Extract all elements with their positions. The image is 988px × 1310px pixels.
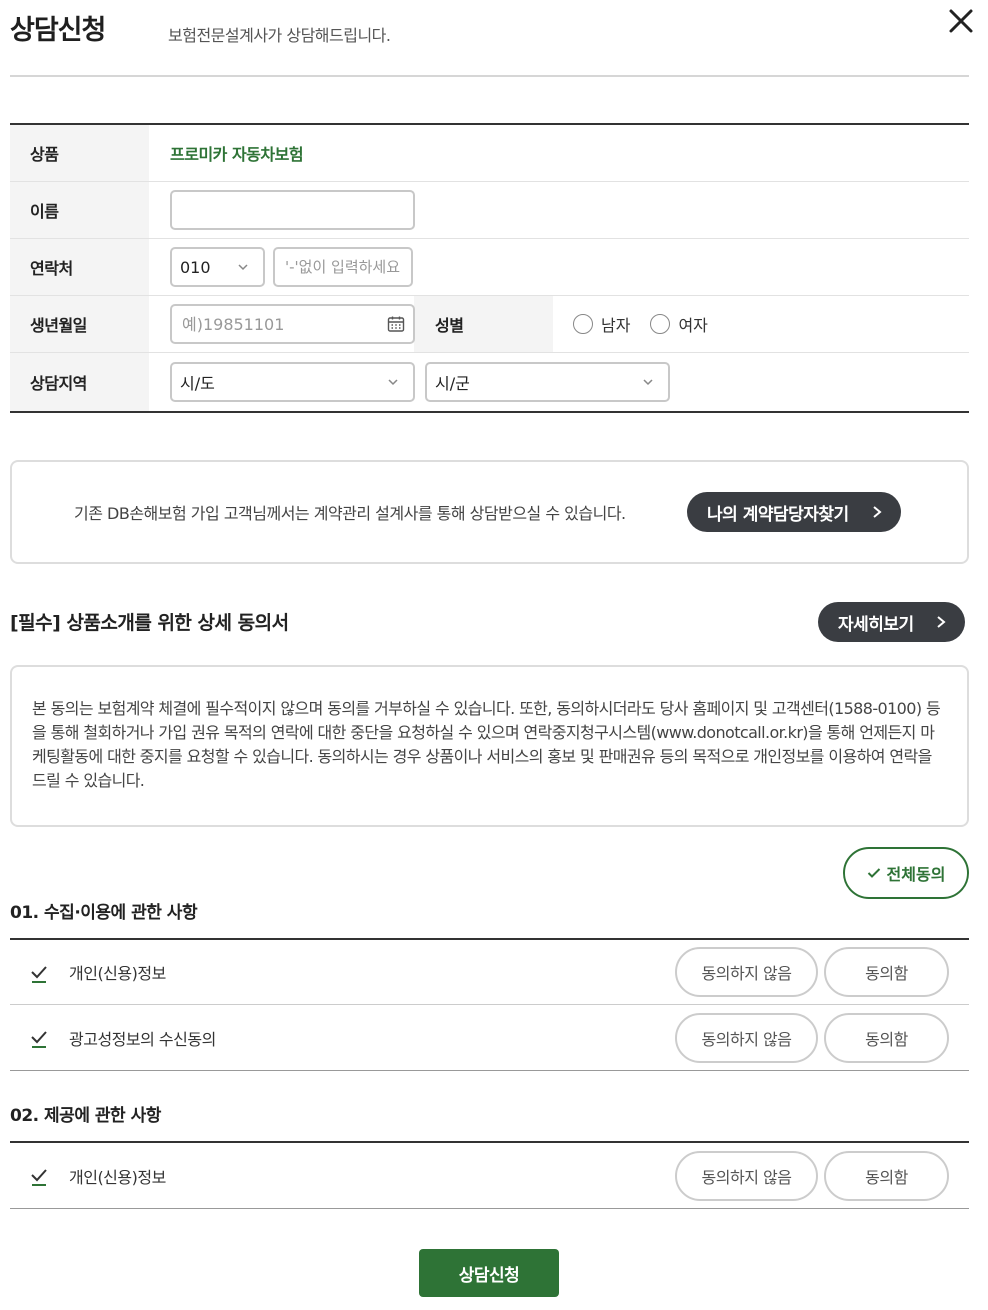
section-provide-table: 개인(신용)정보 동의하지 않음 동의함: [10, 1141, 969, 1209]
agree-row: 개인(신용)정보 동의하지 않음 동의함: [10, 1143, 969, 1208]
gender-male-label: 남자: [601, 316, 631, 335]
disagree-button[interactable]: 동의하지 않음: [675, 1150, 818, 1201]
phone-prefix-select[interactable]: 010: [170, 247, 265, 287]
agree-row-label: 개인(신용)정보: [69, 1167, 166, 1187]
submit-button[interactable]: 상담신청: [419, 1249, 559, 1297]
calendar-icon[interactable]: [387, 315, 405, 333]
check-icon: [31, 1169, 47, 1186]
phone-prefix-value: 010: [180, 257, 211, 277]
view-detail-label: 자세히보기: [838, 614, 914, 635]
gender-male-radio[interactable]: 남자: [573, 312, 630, 336]
find-agent-label: 나의 계약담당자찾기: [707, 504, 849, 525]
view-detail-button[interactable]: 자세히보기: [818, 602, 965, 642]
agree-button[interactable]: 동의함: [824, 1012, 949, 1063]
close-icon[interactable]: [946, 6, 976, 36]
region-city-value: 시/도: [180, 374, 215, 393]
agree-all-button[interactable]: 전체동의: [843, 847, 969, 899]
gender-female-radio[interactable]: 여자: [650, 312, 708, 336]
agree-row-label: 광고성정보의 수신동의: [69, 1029, 216, 1049]
consent-text-box: 본 동의는 보험계약 체결에 필수적이지 않으며 동의를 거부하실 수 있습니다…: [10, 665, 969, 827]
phone-number-input[interactable]: [273, 247, 413, 287]
agree-row: 광고성정보의 수신동의 동의하지 않음 동의함: [10, 1005, 969, 1070]
modal-header: 상담신청 보험전문설계사가 상담해드립니다.: [10, 0, 973, 77]
notice-text: 기존 DB손해보험 가입 고객님께서는 계약관리 설계사를 통해 상담받으실 수…: [74, 504, 626, 523]
birth-date-input[interactable]: [170, 304, 415, 344]
gender-label: 성별: [414, 296, 553, 352]
birth-gender-row: 생년월일 성별 남자 여자: [10, 296, 969, 353]
product-value: 프로미카 자동차보험: [170, 145, 304, 164]
chevron-down-icon: [388, 379, 398, 386]
name-input[interactable]: [170, 190, 415, 230]
region-label: 상담지역: [10, 353, 149, 411]
consent-body: 본 동의는 보험계약 체결에 필수적이지 않으며 동의를 거부하실 수 있습니다…: [32, 699, 941, 790]
section-collect-table: 개인(신용)정보 동의하지 않음 동의함 광고성정보의 수신동의 동의하지 않음…: [10, 938, 969, 1071]
chevron-right-icon: [873, 506, 882, 518]
contact-row: 연락처 010: [10, 239, 969, 296]
page-title: 상담신청: [10, 15, 106, 46]
birth-label: 생년월일: [10, 296, 149, 352]
find-agent-button[interactable]: 나의 계약담당자찾기: [687, 492, 901, 532]
radio-circle-icon: [650, 314, 671, 334]
product-row: 상품 프로미카 자동차보험: [10, 125, 969, 182]
agree-row-label: 개인(신용)정보: [69, 964, 166, 983]
gender-female-label: 여자: [678, 316, 708, 335]
section-collect-title: 01. 수집·이용에 관한 사항: [10, 903, 198, 923]
region-city-select[interactable]: 시/도: [170, 362, 415, 402]
chevron-down-icon: [238, 264, 248, 271]
birth-field: [170, 304, 415, 344]
agree-all-label: 전체동의: [886, 865, 946, 884]
check-icon: [31, 1031, 47, 1048]
chevron-right-icon: [937, 616, 946, 628]
chevron-down-icon: [643, 379, 653, 386]
page-subtitle: 보험전문설계사가 상담해드립니다.: [168, 26, 391, 45]
region-district-value: 시/군: [435, 374, 470, 393]
consult-form: 상품 프로미카 자동차보험 이름 연락처 010 생년월일: [10, 123, 969, 413]
radio-circle-icon: [573, 314, 593, 334]
agree-button[interactable]: 동의함: [824, 947, 949, 997]
disagree-button[interactable]: 동의하지 않음: [675, 1012, 818, 1063]
disagree-button[interactable]: 동의하지 않음: [675, 947, 818, 997]
contact-label: 연락처: [10, 239, 149, 295]
gender-radio-group: 남자 여자: [553, 296, 708, 352]
check-icon: [31, 966, 47, 983]
agree-button[interactable]: 동의함: [824, 1150, 949, 1201]
agree-row: 개인(신용)정보 동의하지 않음 동의함: [10, 940, 969, 1005]
consent-title: [필수] 상품소개를 위한 상세 동의서: [10, 612, 289, 634]
name-label: 이름: [10, 182, 149, 238]
name-row: 이름: [10, 182, 969, 239]
section-provide-title: 02. 제공에 관한 사항: [10, 1106, 161, 1126]
region-district-select[interactable]: 시/군: [425, 362, 670, 402]
region-row: 상담지역 시/도 시/군: [10, 353, 969, 411]
check-icon: [867, 868, 880, 878]
product-label: 상품: [10, 125, 149, 181]
